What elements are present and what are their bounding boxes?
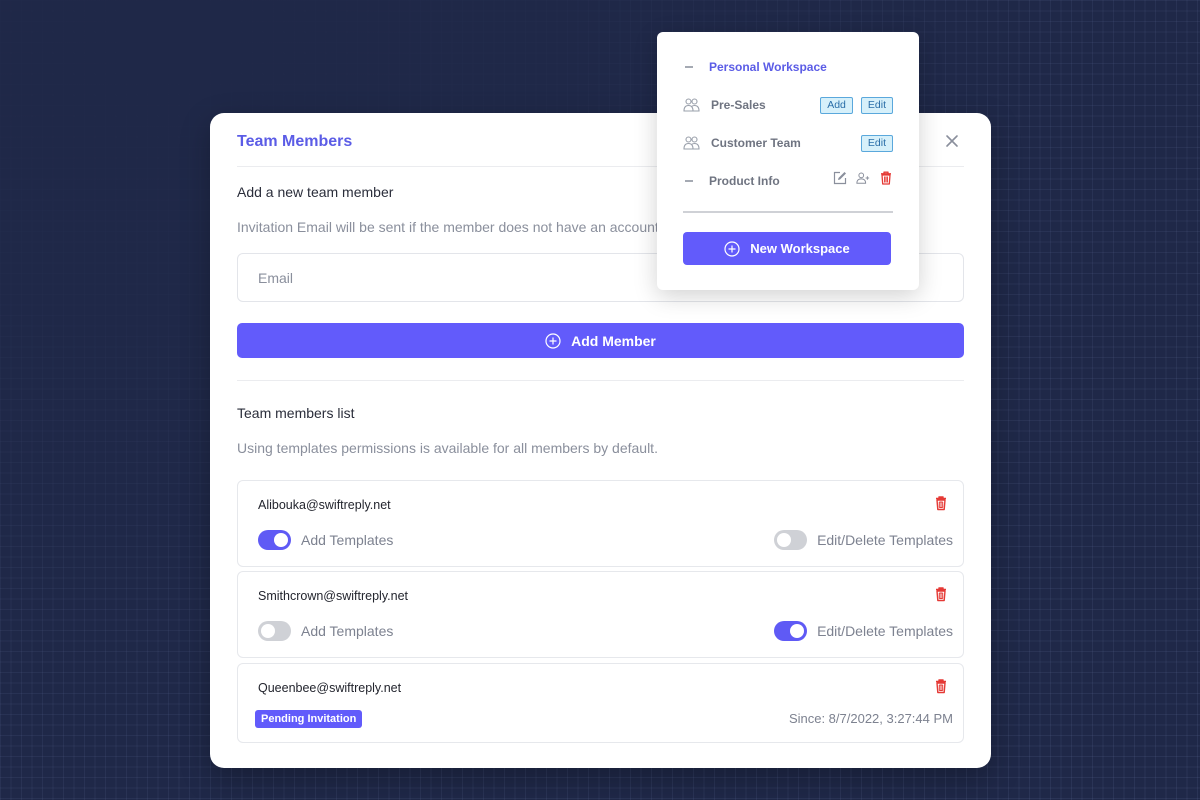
- edit-templates-toggle[interactable]: [774, 530, 808, 550]
- workspace-item-product-info[interactable]: Product Info: [683, 170, 893, 192]
- workspace-menu: Personal Workspace Pre-Sales Add Edit Cu…: [657, 32, 919, 290]
- workspace-actions: [833, 171, 893, 185]
- modal-title: Team Members: [237, 133, 353, 150]
- add-templates-label: Add Templates: [301, 623, 394, 639]
- member-row: Alibouka@swiftreply.net Add Templates Ed…: [237, 480, 964, 567]
- delete-member-button[interactable]: [933, 678, 949, 694]
- workspace-item-customer-team[interactable]: Customer Team Edit: [683, 132, 893, 154]
- add-templates-toggle[interactable]: [258, 530, 291, 550]
- member-row: Smithcrown@swiftreply.net Add Templates …: [237, 571, 964, 658]
- add-member-hint: Invitation Email will be sent if the mem…: [237, 219, 663, 235]
- workspace-item-pre-sales[interactable]: Pre-Sales Add Edit: [683, 94, 893, 116]
- close-button[interactable]: [944, 133, 960, 149]
- add-templates-toggle-group: Add Templates: [258, 530, 393, 550]
- add-member-label: Add Member: [571, 332, 656, 349]
- trash-icon: [881, 171, 891, 185]
- trash-icon: [936, 679, 946, 694]
- add-templates-label: Add Templates: [301, 532, 394, 548]
- edit-templates-toggle-group: Edit/Delete Templates: [774, 530, 953, 550]
- members-list-hint: Using templates permissions is available…: [237, 440, 658, 456]
- plus-circle-icon: [545, 332, 561, 349]
- dash-icon: [683, 66, 701, 68]
- edit-templates-label: Edit/Delete Templates: [817, 623, 953, 639]
- edit-templates-toggle-group: Edit/Delete Templates: [774, 621, 953, 641]
- close-icon: [946, 135, 958, 147]
- add-templates-toggle-group: Add Templates: [258, 621, 393, 641]
- users-icon: [683, 136, 701, 150]
- edit-templates-label: Edit/Delete Templates: [817, 532, 953, 548]
- trash-icon: [936, 496, 946, 511]
- members-list-heading: Team members list: [237, 405, 355, 421]
- edit-icon: [833, 171, 847, 185]
- workspace-label: Customer Team: [711, 136, 801, 150]
- delete-workspace-button[interactable]: [879, 171, 893, 185]
- edit-templates-toggle[interactable]: [774, 621, 808, 641]
- users-icon: [683, 98, 701, 112]
- add-user-icon: [856, 172, 870, 184]
- workspace-add-button[interactable]: Add: [820, 96, 853, 114]
- add-templates-toggle[interactable]: [258, 621, 291, 641]
- workspace-menu-divider: [683, 211, 893, 213]
- new-workspace-label: New Workspace: [750, 241, 850, 256]
- workspace-edit-button[interactable]: Edit: [860, 134, 893, 152]
- trash-icon: [936, 587, 946, 602]
- member-row: Queenbee@swiftreply.net Pending Invitati…: [237, 663, 964, 743]
- new-workspace-button[interactable]: New Workspace: [683, 232, 891, 265]
- add-member-button[interactable]: Add Member: [237, 323, 964, 358]
- edit-workspace-button[interactable]: [833, 171, 847, 185]
- workspace-label: Product Info: [709, 174, 780, 188]
- workspace-item-personal[interactable]: Personal Workspace: [683, 56, 893, 78]
- section-divider: [237, 380, 964, 381]
- invitation-since: Since: 8/7/2022, 3:27:44 PM: [788, 711, 953, 726]
- member-email: Alibouka@swiftreply.net: [258, 498, 391, 512]
- add-member-heading: Add a new team member: [237, 184, 394, 200]
- member-email: Queenbee@swiftreply.net: [258, 681, 402, 695]
- workspace-label: Personal Workspace: [709, 60, 827, 74]
- delete-member-button[interactable]: [933, 495, 949, 511]
- workspace-label: Pre-Sales: [711, 98, 766, 112]
- add-user-workspace-button[interactable]: [856, 171, 870, 185]
- member-email: Smithcrown@swiftreply.net: [258, 589, 408, 603]
- workspace-actions: Edit: [860, 134, 893, 152]
- workspace-edit-button[interactable]: Edit: [860, 96, 893, 114]
- pending-invitation-badge: Pending Invitation: [255, 710, 363, 728]
- workspace-actions: Add Edit: [820, 96, 893, 114]
- plus-circle-icon: [724, 240, 740, 257]
- dash-icon: [683, 180, 701, 182]
- delete-member-button[interactable]: [933, 586, 949, 602]
